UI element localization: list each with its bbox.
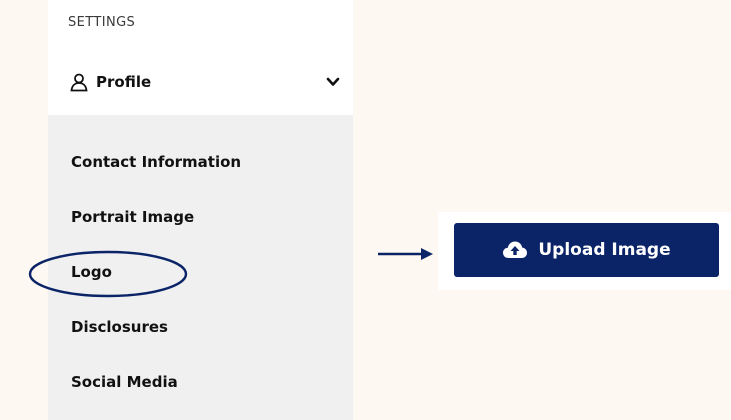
sidebar-item-social-media[interactable]: Social Media	[71, 372, 178, 392]
chevron-down-icon[interactable]	[325, 74, 341, 90]
profile-section-toggle[interactable]: Profile	[68, 68, 341, 96]
upload-image-button[interactable]: Upload Image	[454, 223, 719, 277]
profile-label: Profile	[96, 73, 152, 91]
settings-header: SETTINGS Profile	[48, 0, 353, 115]
person-icon	[68, 71, 90, 93]
sidebar-item-portrait-image[interactable]: Portrait Image	[71, 207, 194, 227]
upload-image-label: Upload Image	[538, 240, 671, 260]
logo-highlight-ellipse	[28, 250, 188, 298]
cloud-upload-icon	[502, 240, 528, 260]
sidebar-item-disclosures[interactable]: Disclosures	[71, 317, 168, 337]
sidebar-item-contact-information[interactable]: Contact Information	[71, 152, 241, 172]
settings-sidebar: SETTINGS Profile Contact Information Por…	[48, 0, 353, 420]
settings-heading: SETTINGS	[68, 15, 136, 30]
arrow-right-icon	[378, 248, 433, 260]
upload-card: Upload Image	[438, 212, 731, 290]
